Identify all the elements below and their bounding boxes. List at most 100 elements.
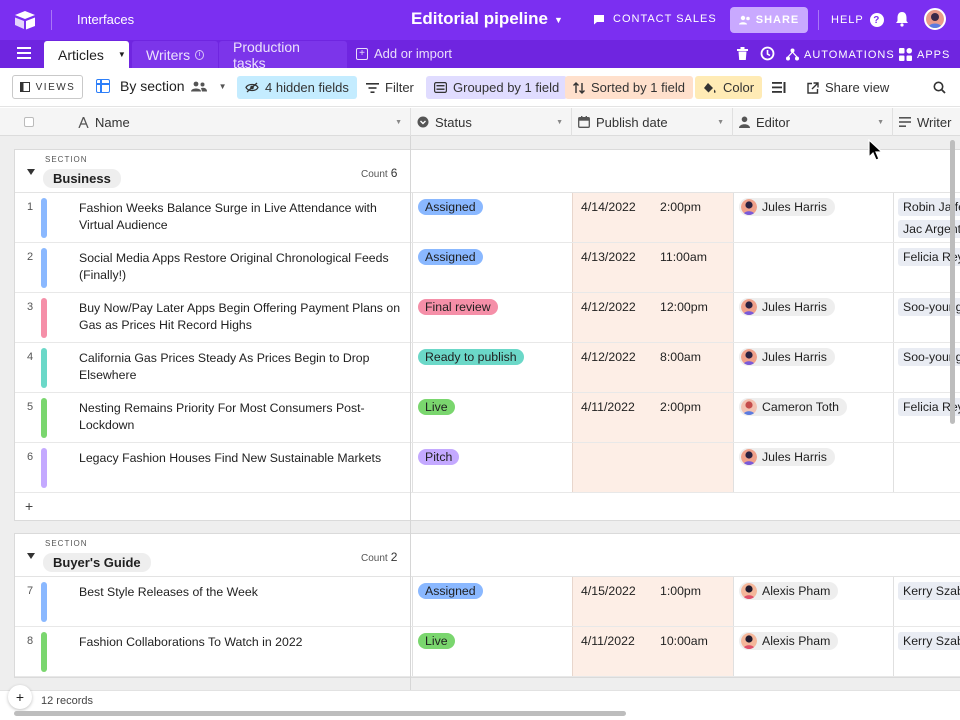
cell-publish-date[interactable]: 4/11/2022 10:00am: [572, 627, 733, 676]
view-switcher[interactable]: By section ▼: [96, 78, 227, 94]
bell-icon[interactable]: [895, 11, 909, 27]
cell-writer[interactable]: [893, 443, 960, 492]
app-logo-icon[interactable]: [14, 10, 36, 30]
cell-publish-date[interactable]: 4/12/2022 12:00pm: [572, 293, 733, 342]
cell-writer[interactable]: Kerry Szabo: [893, 627, 960, 676]
cell-name[interactable]: Nesting Remains Priority For Most Consum…: [79, 400, 401, 434]
add-or-import-button[interactable]: + Add or import: [356, 46, 452, 61]
sort-button[interactable]: Sorted by 1 field: [565, 76, 693, 99]
status-badge: Assigned: [418, 583, 483, 599]
share-view-button[interactable]: Share view: [799, 76, 897, 99]
share-button[interactable]: SHARE: [730, 7, 808, 33]
cell-status[interactable]: Final review: [412, 293, 572, 342]
cell-name[interactable]: Legacy Fashion Houses Find New Sustainab…: [79, 450, 401, 467]
cell-status[interactable]: Assigned: [412, 243, 572, 292]
hidden-fields-button[interactable]: 4 hidden fields: [237, 76, 357, 99]
cell-publish-date[interactable]: 4/15/2022 1:00pm: [572, 577, 733, 626]
cell-editor[interactable]: Jules Harris: [733, 443, 893, 492]
add-record-row[interactable]: +: [15, 493, 960, 520]
cell-status[interactable]: Pitch: [412, 443, 572, 492]
users-icon: [738, 15, 750, 25]
hamburger-menu-icon[interactable]: [17, 47, 31, 59]
group-button[interactable]: Grouped by 1 field: [426, 76, 568, 99]
cell-editor[interactable]: Alexis Pham: [733, 577, 893, 626]
collapse-triangle-icon[interactable]: [27, 169, 35, 175]
color-button[interactable]: Color: [695, 76, 763, 99]
group-header[interactable]: SECTION Business Count 6: [15, 150, 960, 193]
checkbox[interactable]: [24, 117, 34, 127]
table-row[interactable]: 5 Nesting Remains Priority For Most Consu…: [15, 393, 960, 443]
row-height-button[interactable]: [764, 76, 794, 99]
chevron-down-icon[interactable]: ▼: [118, 50, 126, 59]
select-all-checkbox[interactable]: [0, 108, 60, 136]
trash-icon[interactable]: [737, 47, 748, 60]
column-status[interactable]: Status ▼: [411, 108, 572, 136]
cell-publish-date[interactable]: 4/12/2022 8:00am: [572, 343, 733, 392]
time-value: 8:00am: [660, 350, 702, 364]
automations-button[interactable]: AUTOMATIONS: [786, 48, 895, 61]
chevron-down-icon[interactable]: ▼: [717, 119, 724, 126]
record-count: 12 records: [41, 695, 93, 707]
table-row[interactable]: 4 California Gas Prices Steady As Prices …: [15, 343, 960, 393]
cell-status[interactable]: Live: [412, 627, 572, 676]
group-section-buyers-guide: SECTION Buyer's Guide Count 2 7 Best Style…: [14, 533, 960, 678]
cell-editor[interactable]: Alexis Pham: [733, 627, 893, 676]
apps-button[interactable]: APPS: [899, 48, 950, 61]
cell-name[interactable]: California Gas Prices Steady As Prices B…: [79, 350, 401, 384]
history-icon[interactable]: [760, 46, 775, 61]
tab-writers[interactable]: Writers i: [132, 41, 218, 68]
table-row[interactable]: 1 Fashion Weeks Balance Surge in Live Att…: [15, 193, 960, 243]
search-button[interactable]: [925, 76, 954, 99]
cell-name[interactable]: Fashion Weeks Balance Surge in Live Atte…: [79, 200, 401, 234]
collapse-triangle-icon[interactable]: [27, 553, 35, 559]
editor-name: Jules Harris: [762, 450, 827, 464]
table-row[interactable]: 7 Best Style Releases of the Week Assigned…: [15, 577, 960, 627]
cell-publish-date[interactable]: 4/11/2022 2:00pm: [572, 393, 733, 442]
user-avatar[interactable]: [924, 8, 946, 30]
add-record-button[interactable]: +: [8, 685, 32, 709]
cell-status[interactable]: Live: [412, 393, 572, 442]
cell-status[interactable]: Assigned: [412, 577, 572, 626]
chevron-down-icon[interactable]: ▼: [877, 119, 884, 126]
cell-editor[interactable]: Jules Harris: [733, 293, 893, 342]
column-editor[interactable]: Editor ▼: [733, 108, 893, 136]
tab-articles[interactable]: Articles ▼: [44, 41, 129, 68]
column-publish-date[interactable]: Publish date ▼: [572, 108, 733, 136]
cell-name[interactable]: Fashion Collaborations To Watch in 2022: [79, 634, 401, 651]
base-title[interactable]: Editorial pipeline ▼: [411, 9, 563, 29]
column-writer[interactable]: Writer: [893, 108, 960, 136]
cell-editor[interactable]: Cameron Toth: [733, 393, 893, 442]
cell-publish-date[interactable]: [572, 443, 733, 492]
frozen-column-divider[interactable]: [410, 136, 411, 690]
cell-name[interactable]: Best Style Releases of the Week: [79, 584, 401, 601]
interfaces-link[interactable]: Interfaces: [77, 12, 134, 27]
contact-sales-button[interactable]: CONTACT SALES: [593, 13, 717, 25]
cell-publish-date[interactable]: 4/14/2022 2:00pm: [572, 193, 733, 242]
chevron-down-icon[interactable]: ▼: [395, 119, 402, 126]
mouse-cursor-icon: [868, 139, 884, 161]
table-row[interactable]: 6 Legacy Fashion Houses Find New Sustaina…: [15, 443, 960, 493]
horizontal-scrollbar[interactable]: [14, 711, 626, 716]
cell-publish-date[interactable]: 4/13/2022 11:00am: [572, 243, 733, 292]
cell-editor[interactable]: [733, 243, 893, 292]
views-button[interactable]: VIEWS: [12, 75, 83, 99]
cell-name[interactable]: Buy Now/Pay Later Apps Begin Offering Pa…: [79, 300, 401, 334]
table-row[interactable]: 8 Fashion Collaborations To Watch in 2022…: [15, 627, 960, 677]
table-row[interactable]: 3 Buy Now/Pay Later Apps Begin Offering P…: [15, 293, 960, 343]
cell-writer[interactable]: Kerry Szabo: [893, 577, 960, 626]
cell-status[interactable]: Ready to publish: [412, 343, 572, 392]
cell-editor[interactable]: Jules Harris: [733, 343, 893, 392]
cell-name[interactable]: Social Media Apps Restore Original Chron…: [79, 250, 401, 284]
count-value: 2: [390, 550, 398, 564]
tab-production-tasks[interactable]: Production tasks: [219, 39, 347, 71]
chevron-down-icon[interactable]: ▼: [556, 119, 563, 126]
column-editor-label: Editor: [756, 114, 790, 130]
help-button[interactable]: HELP ?: [831, 13, 884, 27]
column-name[interactable]: Name ▼: [60, 108, 411, 136]
table-row[interactable]: 2 Social Media Apps Restore Original Chro…: [15, 243, 960, 293]
filter-button[interactable]: Filter: [358, 76, 422, 99]
vertical-scrollbar[interactable]: [950, 140, 955, 424]
group-header[interactable]: SECTION Buyer's Guide Count 2: [15, 534, 960, 577]
cell-editor[interactable]: Jules Harris: [733, 193, 893, 242]
cell-status[interactable]: Assigned: [412, 193, 572, 242]
